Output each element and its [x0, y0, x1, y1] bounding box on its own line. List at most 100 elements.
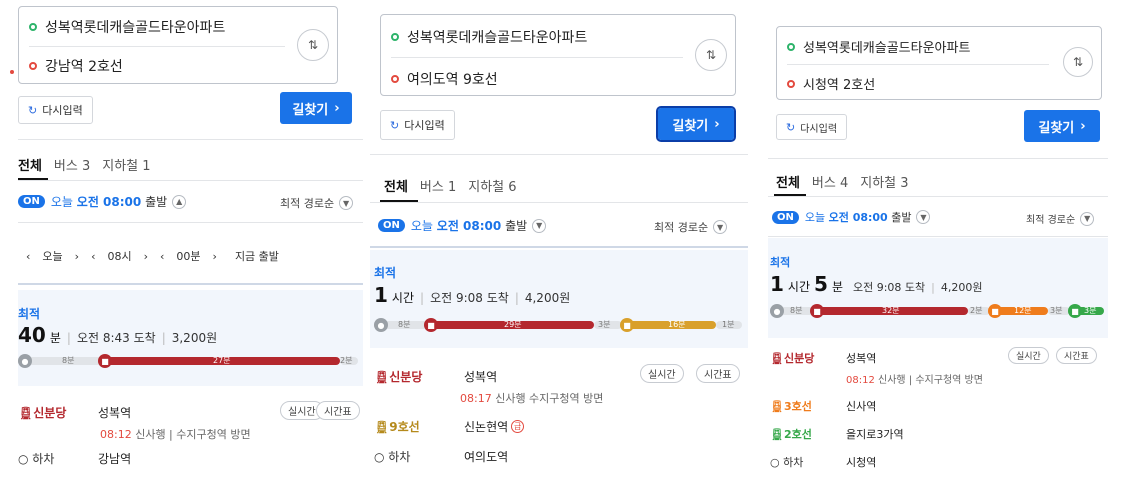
origin-input[interactable]: 성복역롯데캐슬골드타운아파트	[787, 37, 970, 56]
train-icon: ■	[620, 318, 634, 332]
route-summary[interactable]: 1 시간 | 오전 9:08 도착 | 4,200원	[374, 283, 570, 307]
refresh-icon: ↻	[28, 103, 38, 117]
swap-icon: ⇅	[705, 48, 717, 62]
chevron-right-icon: ›	[714, 116, 720, 132]
route-panel-1: 성복역롯데캐슬골드타운아파트 강남역 2호선 ⇅ ↻ 다시입력 길찾기 › 전체…	[18, 0, 363, 486]
route-summary[interactable]: 40 분 | 오전 8:43 도착 | 3,200원	[18, 323, 217, 347]
chevron-right-icon: ›	[334, 100, 340, 116]
chevron-down-icon: ▼	[713, 220, 728, 234]
on-toggle[interactable]: ON	[772, 210, 799, 224]
departure-option[interactable]: ON 오늘 오전 08:00 출발 ▼	[378, 217, 547, 234]
swap-icon: ⇅	[307, 38, 319, 52]
destination-dot-icon	[787, 79, 795, 88]
tab-all[interactable]: 전체	[18, 155, 42, 174]
chevron-down-icon: ▼	[532, 218, 547, 233]
best-label: 최적	[770, 256, 791, 269]
on-toggle[interactable]: ON	[18, 195, 45, 208]
refresh-icon: ↻	[390, 118, 400, 132]
departure-option[interactable]: ON 오늘 오전 08:00 출발 ▲	[18, 193, 187, 210]
timetable-button[interactable]: 시간표	[696, 364, 740, 383]
destination-input[interactable]: 여의도역 9호선	[391, 69, 498, 89]
prev-minute-icon[interactable]: ‹	[160, 250, 164, 263]
tab-subway[interactable]: 지하철 3	[860, 172, 908, 191]
mode-tabs: 전체 버스 4 지하철 3	[776, 172, 909, 191]
tab-bus[interactable]: 버스 3	[54, 155, 90, 174]
prev-day-icon[interactable]: ‹	[26, 250, 30, 263]
find-route-button[interactable]: 길찾기 ›	[656, 106, 736, 142]
route-bar: ● 8분 ■ 27분 2분	[18, 354, 358, 368]
realtime-button[interactable]: 실시간	[1008, 347, 1049, 364]
reset-button[interactable]: ↻ 다시입력	[18, 96, 93, 124]
origin-input[interactable]: 성복역롯데캐슬골드타운아파트	[391, 27, 587, 47]
train-icon: ■	[1068, 304, 1082, 318]
next-minute-icon[interactable]: ›	[213, 250, 217, 263]
tab-subway[interactable]: 지하철 6	[468, 176, 516, 195]
step-board: 🚆︎신분당 성복역	[374, 370, 498, 384]
train-icon: 🚆︎	[770, 400, 784, 413]
walk-icon: ●	[374, 318, 388, 332]
prev-hour-icon[interactable]: ‹	[91, 250, 95, 263]
train-icon: ■	[98, 354, 112, 368]
step-detail: 08:17 신사행 수지구청역 방면	[460, 392, 604, 405]
refresh-icon: ↻	[786, 120, 796, 134]
route-bar: ● 8분 ■ 29분 3분 ■ 16분 1분	[374, 318, 742, 332]
step-transfer: 🚆︎9호선 신논현역 급	[374, 418, 525, 435]
step-alight: ○ 하차 시청역	[770, 456, 877, 469]
alight-dot-icon: ○	[374, 450, 389, 464]
timetable-button[interactable]: 시간표	[316, 401, 360, 420]
swap-button[interactable]: ⇅	[1063, 47, 1093, 77]
departure-option[interactable]: ON 오늘 오전 08:00 출발 ▼	[772, 209, 931, 225]
sort-select[interactable]: 최적 경로순 ▼	[280, 195, 354, 211]
origin-dot-icon	[391, 33, 399, 41]
destination-input[interactable]: 강남역 2호선	[29, 56, 123, 76]
find-route-button[interactable]: 길찾기 ›	[1024, 110, 1100, 142]
next-day-icon[interactable]: ›	[75, 250, 79, 263]
train-icon: 🚆︎	[374, 420, 390, 434]
step-detail: 08:12 신사행 | 수지구청역 방면	[100, 428, 251, 441]
step-board: 🚆︎신분당 성복역	[18, 406, 132, 420]
time-navigator: ‹ 오늘 › ‹ 08시 › ‹ 00분 › 지금 출발	[26, 248, 279, 264]
on-toggle[interactable]: ON	[378, 219, 405, 232]
tab-bus[interactable]: 버스 4	[812, 172, 848, 191]
route-summary[interactable]: 1 시간 5 분 오전 9:08 도착 | 4,200원	[770, 272, 983, 296]
walk-icon: ●	[770, 304, 784, 318]
tab-subway[interactable]: 지하철 1	[102, 155, 150, 174]
next-hour-icon[interactable]: ›	[144, 250, 148, 263]
walk-icon: ●	[18, 354, 32, 368]
step-alight: ○ 하차 여의도역	[374, 450, 509, 464]
swap-button[interactable]: ⇅	[695, 39, 727, 71]
depart-now-button[interactable]: 지금 출발	[235, 248, 279, 264]
realtime-button[interactable]: 실시간	[640, 364, 684, 383]
alight-dot-icon: ○	[18, 452, 33, 466]
timetable-button[interactable]: 시간표	[1056, 347, 1097, 364]
destination-input[interactable]: 시청역 2호선	[787, 74, 875, 93]
tab-all[interactable]: 전체	[776, 172, 800, 191]
mode-tabs: 전체 버스 3 지하철 1	[18, 155, 151, 174]
train-icon: 🚆︎	[374, 370, 390, 384]
tab-all[interactable]: 전체	[384, 176, 408, 195]
best-label: 최적	[18, 307, 41, 321]
sort-select[interactable]: 최적 경로순 ▼	[1026, 211, 1095, 226]
route-search-box: 성복역롯데캐슬골드타운아파트 시청역 2호선 ⇅	[776, 26, 1102, 100]
origin-dot-icon	[787, 42, 795, 51]
train-icon: ■	[424, 318, 438, 332]
swap-icon: ⇅	[1072, 55, 1084, 69]
train-icon: ■	[810, 304, 824, 318]
origin-input[interactable]: 성복역롯데캐슬골드타운아파트	[29, 17, 225, 37]
reset-button[interactable]: ↻ 다시입력	[380, 110, 455, 140]
chevron-up-icon: ▲	[172, 194, 187, 209]
find-route-button[interactable]: 길찾기 ›	[280, 92, 352, 124]
swap-button[interactable]: ⇅	[297, 29, 329, 61]
sort-select[interactable]: 최적 경로순 ▼	[654, 219, 728, 235]
best-label: 최적	[374, 266, 397, 280]
route-bar: ● 8분 ■ 32분 2분 ■ 12분 3분 ■ 3분	[770, 304, 1104, 318]
destination-dot-icon	[391, 75, 399, 83]
origin-dot-icon	[29, 23, 37, 31]
destination-dot-icon	[29, 62, 37, 70]
reset-button[interactable]: ↻ 다시입력	[776, 114, 848, 140]
route-panel-3: 성복역롯데캐슬골드타운아파트 시청역 2호선 ⇅ ↻ 다시입력 길찾기 › 전체…	[768, 10, 1108, 486]
chevron-down-icon: ▼	[916, 210, 931, 224]
tab-bus[interactable]: 버스 1	[420, 176, 456, 195]
red-marker	[10, 70, 14, 74]
chevron-down-icon: ▼	[339, 196, 354, 210]
